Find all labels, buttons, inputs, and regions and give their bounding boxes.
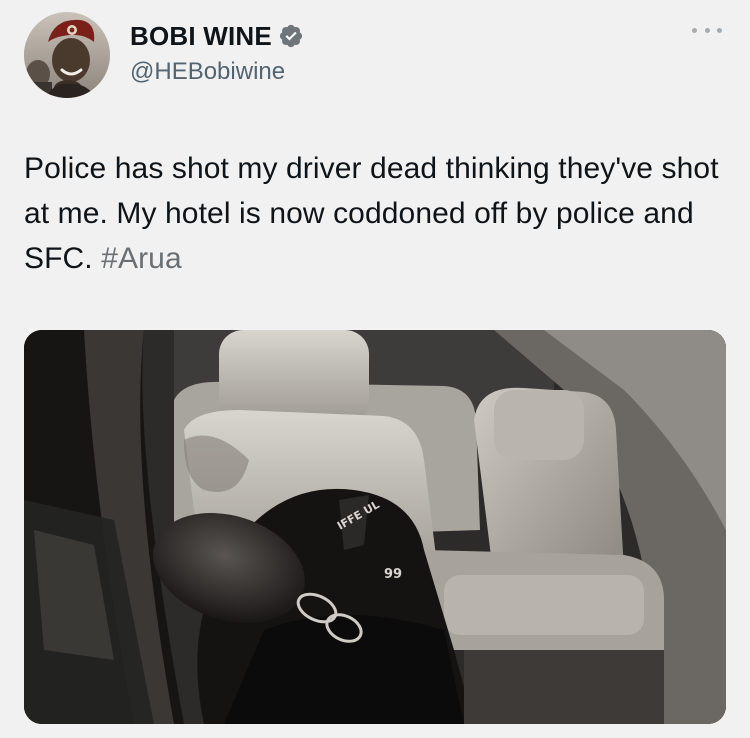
hashtag-link[interactable]: #Arua [101,242,182,275]
dot-icon [692,27,697,33]
verified-badge-icon [279,24,303,48]
more-options-icon[interactable] [692,22,722,38]
author-handle[interactable]: @HEBobiwine [130,58,285,86]
dot-icon [704,27,710,33]
author-avatar[interactable] [24,12,110,98]
author-name-row[interactable]: BOBI WINE [130,18,304,54]
author-display-name[interactable]: BOBI WINE [130,21,272,52]
avatar-photo [24,12,110,98]
tweet-text: Police has shot my driver dead thinking … [24,146,734,281]
jersey-number: 99 [384,567,402,582]
tweet-photo[interactable]: IFFE UL 99 [24,330,726,724]
car-interior-photo: IFFE UL 99 [24,330,726,724]
dot-icon [717,27,722,33]
